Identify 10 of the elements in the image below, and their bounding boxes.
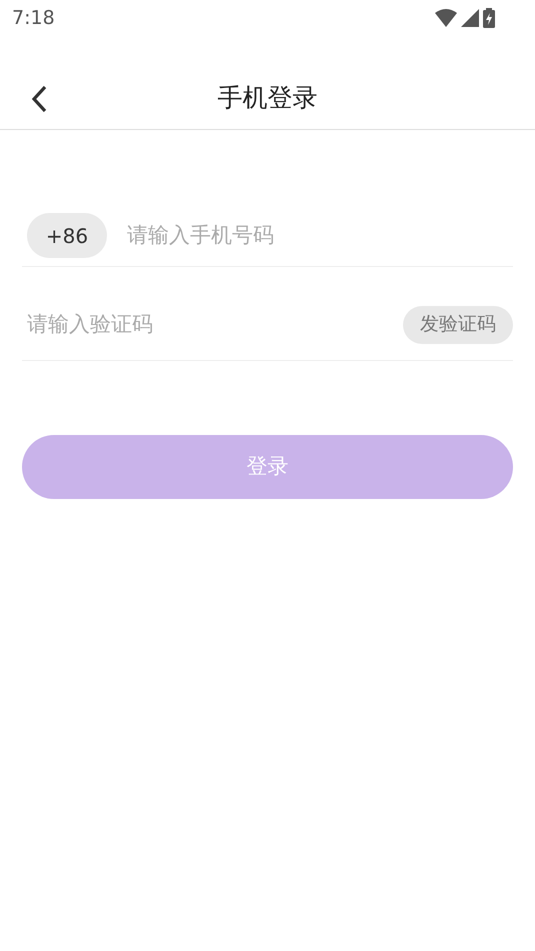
battery-icon	[483, 8, 495, 28]
wifi-icon	[435, 9, 457, 27]
signal-icon	[461, 9, 479, 27]
phone-input[interactable]: 请输入手机号码	[127, 220, 513, 252]
code-input[interactable]: 请输入验证码	[27, 308, 403, 340]
send-code-button[interactable]: 发验证码	[403, 306, 513, 344]
page-title: 手机登录	[218, 82, 318, 114]
country-code-button[interactable]: +86	[27, 213, 107, 258]
status-time: 7:18	[12, 6, 55, 31]
back-icon	[31, 85, 47, 113]
